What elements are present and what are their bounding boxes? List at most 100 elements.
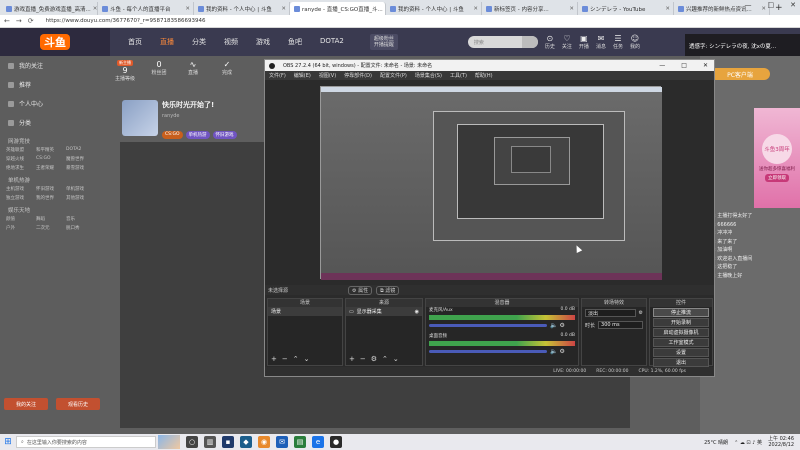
anniversary-ad[interactable]: 斗鱼3周年 送你超多惊喜福利 立即领取 <box>754 108 800 208</box>
browser-tab[interactable]: シンデレラ - YouTube ✕ <box>578 2 674 15</box>
browser-tab[interactable]: 斗鱼 - 每个人的直播平台 ✕ <box>98 2 194 15</box>
desktop-settings-icon[interactable]: ⚙ <box>559 348 564 355</box>
taskbar-app-icon[interactable]: ● <box>330 436 342 448</box>
filters-button[interactable]: ⧉ 滤镜 <box>376 285 400 295</box>
minimize-button[interactable]: — <box>745 1 752 9</box>
obs-control-button[interactable]: 停止推流 <box>653 308 709 317</box>
pc-client-button[interactable]: PC客户端 <box>710 68 770 80</box>
browser-tab[interactable]: 我的资料 - 个人中心 | 斗鱼 ✕ <box>386 2 482 15</box>
taskbar-app-icon[interactable]: ○ <box>186 436 198 448</box>
obs-menu-item[interactable]: 场景集合(S) <box>415 72 442 79</box>
obs-menu-item[interactable]: 视图(V) <box>319 72 336 79</box>
room-tag[interactable]: 怀旧游戏 <box>212 131 237 139</box>
header-icon-item[interactable]: ☰ 任务 <box>613 34 623 50</box>
follow-list-button[interactable]: 我的关注 <box>4 398 48 410</box>
maximize-button[interactable]: □ <box>768 1 775 9</box>
obs-menu-item[interactable]: 工具(T) <box>450 72 467 79</box>
header-icon-item[interactable]: ☺ 我的 <box>630 34 640 50</box>
scene-item[interactable]: 场景 <box>268 307 342 316</box>
properties-button[interactable]: ⚙ 属性 <box>348 285 373 295</box>
streamer-name[interactable]: ranyde <box>162 113 237 119</box>
site-nav-item[interactable]: 鱼吧 <box>288 37 302 47</box>
header-icon-item[interactable]: ▣ 开播 <box>579 34 589 50</box>
site-nav-item[interactable]: 游戏 <box>256 37 270 47</box>
sidebar-link[interactable]: 暴雪游戏 <box>66 165 94 171</box>
sidebar-item[interactable]: 个人中心 <box>0 94 100 113</box>
move-up-icon[interactable]: ⌃ <box>293 355 299 363</box>
mic-mute-icon[interactable]: 🔈 <box>550 322 557 329</box>
url-field[interactable]: https://www.douyu.com/3677670?_r=9587183… <box>46 18 206 24</box>
room-tag[interactable]: 单机热游 <box>185 131 210 139</box>
ad-button[interactable]: 立即领取 <box>765 174 789 182</box>
history-button[interactable]: 观看历史 <box>56 398 100 410</box>
obs-window[interactable]: OBS 27.2.4 (64 bit, windows) - 配置文件: 未命名… <box>264 59 715 377</box>
sidebar-link[interactable]: 颜值 <box>6 216 34 222</box>
sidebar-link[interactable]: 穿越火线 <box>6 156 34 162</box>
taskbar-search[interactable]: ⌕ 在这里输入你要搜索的内容 <box>16 436 156 448</box>
header-icon-item[interactable]: ♡ 关注 <box>562 34 572 50</box>
taskbar-app-icon[interactable]: ▥ <box>204 436 216 448</box>
add-source-icon[interactable]: + <box>349 355 355 363</box>
source-up-icon[interactable]: ⌃ <box>382 355 388 363</box>
taskbar-app-icon[interactable]: ◉ <box>258 436 270 448</box>
room-stat[interactable]: ∿ 直播 <box>178 60 208 90</box>
sidebar-item[interactable]: 推荐 <box>0 75 100 94</box>
obs-menu-item[interactable]: 文件(F) <box>269 72 286 79</box>
sidebar-link[interactable]: 主机游戏 <box>6 186 34 192</box>
sidebar-item[interactable]: 分类 <box>0 113 100 132</box>
site-nav-item[interactable]: 直播 <box>160 37 174 47</box>
obs-menu-item[interactable]: 帮助(H) <box>475 72 493 79</box>
room-stat[interactable]: 新主播 9 主播等级 <box>110 60 140 90</box>
site-nav-item[interactable]: 视频 <box>224 37 238 47</box>
remove-source-icon[interactable]: − <box>360 355 366 363</box>
taskbar-app-icon[interactable]: ▤ <box>294 436 306 448</box>
close-button[interactable]: ✕ <box>790 1 796 9</box>
obs-close-button[interactable]: ✕ <box>703 62 708 69</box>
sidebar-link[interactable]: 二次元 <box>36 225 64 231</box>
sidebar-item[interactable]: 我的关注 <box>0 56 100 75</box>
source-settings-icon[interactable]: ⚙ <box>371 355 377 363</box>
browser-tab[interactable]: ranyde - 直播_CS:GO直播_斗...✕ <box>290 2 386 15</box>
tray-icons[interactable]: ⌃ ☁ ⊡ ♪ 英 <box>734 439 762 446</box>
site-nav-item[interactable]: 首页 <box>128 37 142 47</box>
sidebar-link[interactable]: 音乐 <box>66 216 94 222</box>
site-nav-item[interactable]: 分类 <box>192 37 206 47</box>
sidebar-link[interactable]: 户外 <box>6 225 34 231</box>
forward-icon[interactable]: → <box>16 17 22 25</box>
sidebar-link[interactable]: 和平精英 <box>36 147 64 153</box>
clock[interactable]: 上午 02:46 2022/8/12 <box>768 436 794 448</box>
sidebar-link[interactable]: 舞蹈 <box>36 216 64 222</box>
sidebar-link[interactable]: 其他游戏 <box>66 195 94 201</box>
obs-menu-item[interactable]: 配置文件(P) <box>380 72 407 79</box>
desktop-volume-slider[interactable] <box>429 350 547 353</box>
sidebar-link[interactable]: 王者荣耀 <box>36 165 64 171</box>
taskbar-app-icon[interactable]: ✉ <box>276 436 288 448</box>
tab-close-icon[interactable]: ✕ <box>665 6 670 12</box>
source-down-icon[interactable]: ⌄ <box>393 355 399 363</box>
avatar[interactable] <box>122 100 158 136</box>
taskbar-app-icon[interactable]: e <box>312 436 324 448</box>
sidebar-link[interactable]: 怀旧游戏 <box>36 186 64 192</box>
weather-widget[interactable]: 25°C 晴朗 <box>704 439 728 446</box>
obs-preview[interactable] <box>320 86 662 280</box>
transition-settings-icon[interactable]: ⚙ <box>639 310 643 316</box>
taskbar-app-icon[interactable]: ▪ <box>222 436 234 448</box>
visibility-eye-icon[interactable]: ◉ <box>415 309 419 315</box>
remove-icon[interactable]: − <box>282 355 288 363</box>
source-item[interactable]: ▭ 显示器采集 ◉ <box>346 307 422 316</box>
obs-menu-item[interactable]: 停靠部件(D) <box>344 72 372 79</box>
desktop-mute-icon[interactable]: 🔈 <box>550 348 557 355</box>
browser-tab[interactable]: 我的资料 - 个人中心 | 斗鱼 ✕ <box>194 2 290 15</box>
obs-minimize-button[interactable]: — <box>659 62 665 69</box>
sidebar-link[interactable]: 魔兽世界 <box>66 156 94 162</box>
sidebar-link[interactable]: CS:GO <box>36 156 64 162</box>
browser-tab[interactable]: 游戏直播_免费游戏直播_高清... ✕ <box>2 2 98 15</box>
obs-menu-item[interactable]: 编辑(E) <box>294 72 311 79</box>
obs-control-button[interactable]: 启动虚拟摄像机 <box>653 328 709 337</box>
mic-volume-slider[interactable] <box>429 324 547 327</box>
sidebar-link[interactable]: 英雄联盟 <box>6 147 34 153</box>
tab-close-icon[interactable]: ✕ <box>185 6 190 12</box>
tab-close-icon[interactable]: ✕ <box>93 6 97 12</box>
room-stat[interactable]: ✓ 完成 <box>212 60 242 90</box>
move-down-icon[interactable]: ⌄ <box>304 355 310 363</box>
